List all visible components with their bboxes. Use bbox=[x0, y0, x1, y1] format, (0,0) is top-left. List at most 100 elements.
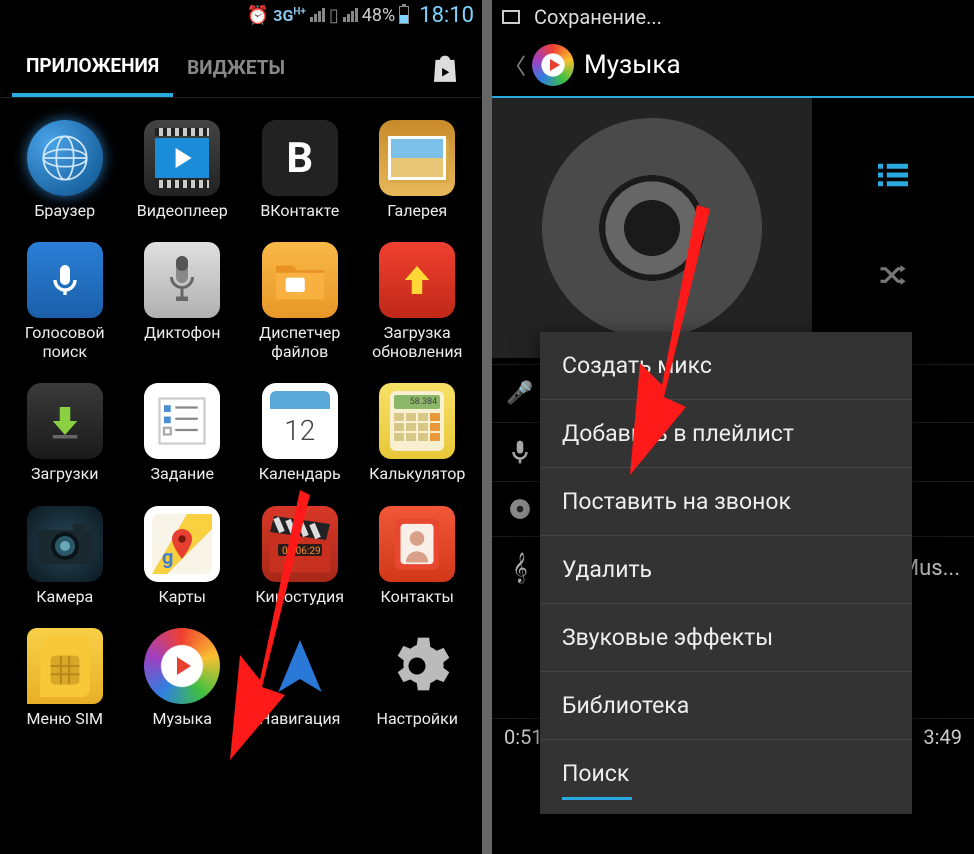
app-settings[interactable]: Настройки bbox=[363, 628, 473, 728]
calculator-icon: 58.384 bbox=[379, 383, 455, 459]
folder-icon bbox=[262, 242, 338, 318]
app-label: Контакты bbox=[381, 588, 454, 606]
app-label: Видеоплеер bbox=[137, 202, 228, 220]
menu-sound-effects[interactable]: Звуковые эффекты bbox=[540, 604, 912, 672]
menu-add-playlist[interactable]: Добавить в плейлист bbox=[540, 400, 912, 468]
app-updater[interactable]: Загрузка обновления bbox=[363, 242, 473, 361]
app-grid: Браузер Видеоплеер В ВКонтакте Галерея Г… bbox=[0, 98, 482, 750]
disc-small-icon bbox=[506, 498, 534, 520]
status-bar: ⏰ 3GH+ ▯ 48% 18:10 bbox=[0, 0, 482, 30]
back-chevron-icon[interactable]: 〈 bbox=[504, 49, 526, 81]
menu-search[interactable]: Поиск bbox=[540, 740, 912, 797]
download-arrow-icon bbox=[27, 383, 103, 459]
app-vkontakte[interactable]: В ВКонтакте bbox=[245, 120, 355, 220]
app-maps[interactable]: g Карты bbox=[128, 506, 238, 606]
music-icon bbox=[144, 628, 220, 704]
menu-set-ringtone[interactable]: Поставить на звонок bbox=[540, 468, 912, 536]
svg-text:g: g bbox=[162, 545, 173, 569]
sim-slot-icon: ▯ bbox=[329, 5, 339, 26]
status-bar: Сохранение... bbox=[492, 0, 974, 34]
vk-icon: В bbox=[262, 120, 338, 196]
app-tasks[interactable]: Задание bbox=[128, 383, 238, 483]
recorder-icon bbox=[144, 242, 220, 318]
navigation-arrow-icon bbox=[262, 628, 338, 704]
person-icon bbox=[379, 506, 455, 582]
menu-library[interactable]: Библиотека bbox=[540, 672, 912, 740]
app-label: Галерея bbox=[387, 202, 447, 220]
treble-clef-icon: 𝄞 bbox=[506, 553, 534, 584]
app-browser[interactable]: Браузер bbox=[10, 120, 120, 220]
app-label: Меню SIM bbox=[26, 710, 103, 728]
app-calendar[interactable]: 12 Календарь bbox=[245, 383, 355, 483]
signal-bars-icon-2 bbox=[343, 8, 358, 22]
time-current: 0:51 bbox=[504, 725, 543, 749]
app-label: Голосовой поиск bbox=[25, 324, 105, 361]
app-music[interactable]: Музыка bbox=[128, 628, 238, 728]
app-header: 〈 Музыка bbox=[492, 34, 974, 98]
microphone-icon bbox=[27, 242, 103, 318]
clock: 18:10 bbox=[419, 3, 474, 28]
app-label: ВКонтакте bbox=[260, 202, 339, 220]
app-sim-menu[interactable]: Меню SIM bbox=[10, 628, 120, 728]
app-label: Календарь bbox=[259, 465, 341, 483]
calendar-icon: 12 bbox=[262, 383, 338, 459]
app-downloads[interactable]: Загрузки bbox=[10, 383, 120, 483]
app-label: Загрузка обновления bbox=[372, 324, 462, 361]
app-camera[interactable]: Камера bbox=[10, 506, 120, 606]
tab-widgets[interactable]: ВИДЖЕТЫ bbox=[173, 44, 299, 95]
play-store-button[interactable] bbox=[420, 43, 470, 97]
app-recorder[interactable]: Диктофон bbox=[128, 242, 238, 361]
app-drawer-screen: ⏰ 3GH+ ▯ 48% 18:10 ПРИЛОЖЕНИЯ ВИДЖЕТЫ Бр… bbox=[0, 0, 482, 854]
app-label: Карты bbox=[159, 588, 206, 606]
app-label: Задание bbox=[150, 465, 214, 483]
context-menu: Создать микс Добавить в плейлист Постави… bbox=[540, 332, 912, 814]
app-label: Камера bbox=[36, 588, 93, 606]
album-art bbox=[492, 98, 812, 358]
globe-icon bbox=[27, 120, 103, 196]
svg-text:03:06:29: 03:06:29 bbox=[282, 546, 321, 557]
app-calculator[interactable]: 58.384 Калькулятор bbox=[363, 383, 473, 483]
signal-bars-icon bbox=[310, 8, 325, 22]
now-playing-area bbox=[492, 98, 974, 358]
app-label: Браузер bbox=[34, 202, 95, 220]
upload-arrow-icon bbox=[379, 242, 455, 318]
time-total: 3:49 bbox=[923, 725, 962, 749]
microphone-icon: 🎤 bbox=[506, 381, 534, 406]
camera-icon bbox=[27, 506, 103, 582]
image-icon bbox=[502, 10, 520, 24]
clapperboard-icon: 03:06:29 bbox=[262, 506, 338, 582]
header-title: Музыка bbox=[584, 50, 681, 80]
menu-delete[interactable]: Удалить bbox=[540, 536, 912, 604]
gear-icon bbox=[379, 628, 455, 704]
mic-icon bbox=[506, 439, 534, 465]
app-label: Настройки bbox=[377, 710, 458, 728]
app-label: Навигация bbox=[259, 710, 340, 728]
menu-create-mix[interactable]: Создать микс bbox=[540, 332, 912, 400]
music-player-screen: Сохранение... 〈 Музыка 🎤 bbox=[492, 0, 974, 854]
drawer-tabs: ПРИЛОЖЕНИЯ ВИДЖЕТЫ bbox=[0, 30, 482, 98]
app-label: Калькулятор bbox=[369, 465, 465, 483]
alarm-icon: ⏰ bbox=[247, 5, 269, 26]
music-app-icon bbox=[532, 44, 574, 86]
app-label: Киностудия bbox=[255, 588, 344, 606]
app-movie-studio[interactable]: 03:06:29 Киностудия bbox=[245, 506, 355, 606]
app-navigation[interactable]: Навигация bbox=[245, 628, 355, 728]
queue-button[interactable] bbox=[878, 163, 908, 194]
status-text: Сохранение... bbox=[534, 5, 662, 29]
app-voice-search[interactable]: Голосовой поиск bbox=[10, 242, 120, 361]
network-indicator: 3GH+ bbox=[273, 6, 306, 25]
tab-apps[interactable]: ПРИЛОЖЕНИЯ bbox=[12, 42, 173, 97]
app-gallery[interactable]: Галерея bbox=[363, 120, 473, 220]
app-file-manager[interactable]: Диспетчер файлов bbox=[245, 242, 355, 361]
maps-icon: g bbox=[144, 506, 220, 582]
playback-side-controls bbox=[812, 98, 974, 358]
video-icon bbox=[144, 120, 220, 196]
battery-icon bbox=[399, 6, 409, 24]
shuffle-button[interactable] bbox=[878, 263, 908, 294]
app-label: Музыка bbox=[153, 710, 212, 728]
app-video-player[interactable]: Видеоплеер bbox=[128, 120, 238, 220]
app-contacts[interactable]: Контакты bbox=[363, 506, 473, 606]
checklist-icon bbox=[144, 383, 220, 459]
app-label: Диспетчер файлов bbox=[259, 324, 340, 361]
disc-icon bbox=[542, 118, 762, 338]
